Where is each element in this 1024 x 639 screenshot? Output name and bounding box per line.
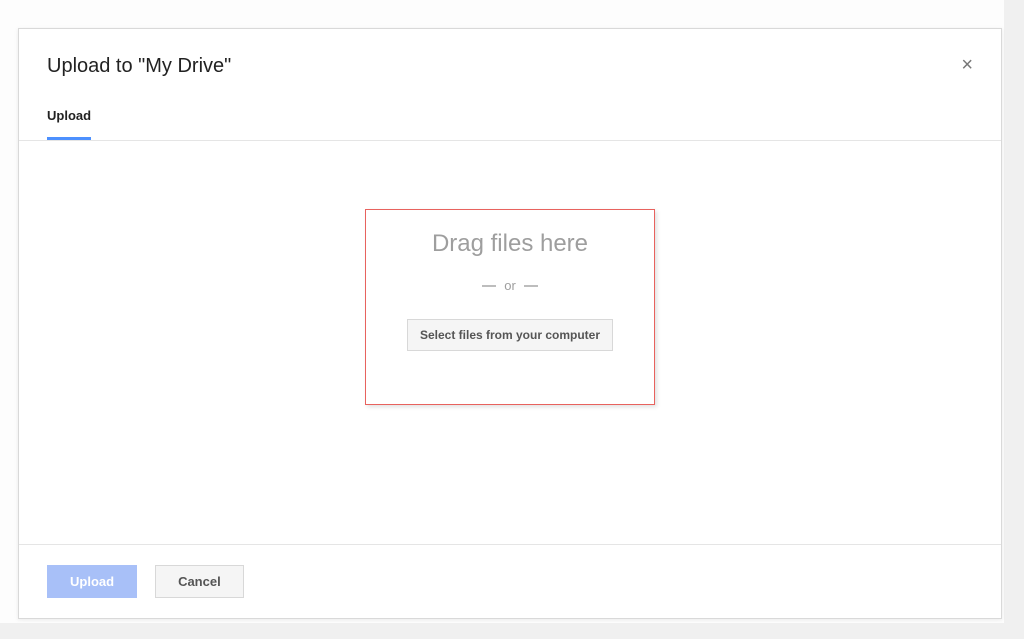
upload-modal: Upload to "My Drive" × Upload Drag files… <box>18 28 1002 619</box>
dash-icon <box>524 285 538 287</box>
drop-or-separator: or <box>482 278 538 293</box>
modal-title: Upload to "My Drive" <box>47 55 973 78</box>
select-files-button[interactable]: Select files from your computer <box>407 319 613 351</box>
dash-icon <box>482 285 496 287</box>
tab-upload[interactable]: Upload <box>47 108 91 140</box>
modal-header: Upload to "My Drive" × <box>19 29 1001 88</box>
drop-heading: Drag files here <box>432 230 588 258</box>
page-bottom-edge <box>0 623 1024 639</box>
cancel-button[interactable]: Cancel <box>155 565 244 598</box>
file-drop-zone[interactable]: Drag files here or Select files from you… <box>365 209 655 405</box>
upload-button[interactable]: Upload <box>47 565 137 598</box>
page-right-edge <box>1004 0 1024 639</box>
modal-tabs: Upload <box>19 88 1001 141</box>
page-background: Upload to "My Drive" × Upload Drag files… <box>0 0 1024 639</box>
close-icon[interactable]: × <box>961 55 973 75</box>
modal-footer: Upload Cancel <box>19 544 1001 618</box>
drop-or-text: or <box>504 278 516 293</box>
modal-body: Drag files here or Select files from you… <box>19 141 1001 544</box>
